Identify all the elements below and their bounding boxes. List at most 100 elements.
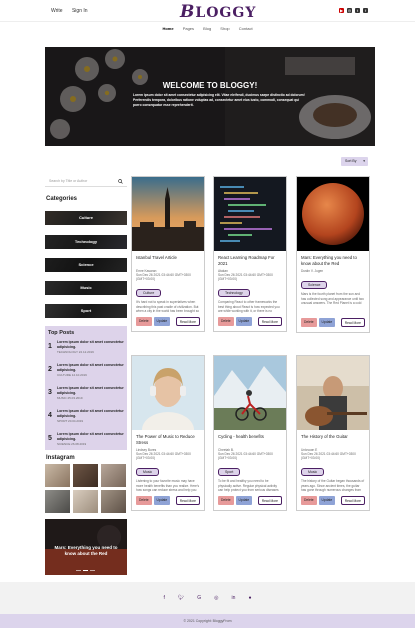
post-date: Sun Dec 26 2021 03:44:60 GMT+0300 (GMT+0… — [136, 452, 191, 460]
post-image-cycling — [214, 356, 286, 430]
instagram-icon[interactable]: ◎ — [214, 595, 218, 601]
post-category-badge[interactable]: Culture — [136, 289, 162, 297]
post-date: Sun Dec 26 2021 03:44:60 GMT+0300 (GMT+0… — [301, 452, 356, 460]
main-nav: Home Pages Blog Shop Contact — [0, 22, 415, 36]
post-category-badge[interactable]: Sport — [218, 468, 241, 476]
post-category-badge[interactable]: Science — [301, 281, 328, 289]
hero-banner: WELCOME TO BLOGGY! Lorem ipsum dolor sit… — [45, 47, 375, 146]
nav-pages[interactable]: Pages — [183, 26, 194, 31]
top-post-number: 1 — [48, 343, 52, 350]
instagram-photo[interactable] — [73, 464, 98, 487]
post-title[interactable]: Mars: Everything you need to know about … — [301, 255, 365, 266]
instagram-photo[interactable] — [101, 464, 126, 487]
search-input[interactable]: Search by Title or Author — [45, 176, 127, 187]
post-title[interactable]: The Power of Music to Reduce Stress — [136, 434, 200, 445]
github-icon[interactable]: ● — [248, 595, 251, 601]
post-image[interactable] — [132, 356, 204, 430]
promo-slider[interactable]: Mars: Everything you need to know about … — [45, 519, 127, 575]
category-music[interactable]: Music — [45, 281, 127, 295]
category-technology[interactable]: Technology — [45, 235, 127, 249]
post-category-badge[interactable]: Music — [136, 468, 160, 476]
top-post-number: 2 — [48, 366, 52, 373]
read-more-button[interactable]: Read More — [257, 496, 282, 505]
post-title[interactable]: React Learning Roadmap For 2021 — [218, 255, 282, 266]
post-author: Dustin V. Jugen — [301, 269, 324, 273]
post-image[interactable] — [297, 356, 369, 430]
category-science[interactable]: Science — [45, 258, 127, 272]
update-button[interactable]: Update — [153, 496, 171, 505]
sort-dropdown[interactable]: Sort By ▾ — [341, 157, 368, 166]
facebook-icon[interactable]: f — [363, 8, 368, 13]
top-post-meta: SCIENCE 26.08.2019 — [57, 442, 87, 446]
category-label: Culture — [79, 215, 93, 220]
delete-button[interactable]: Delete — [136, 317, 152, 326]
top-post-item[interactable]: 4 Lorem ipsum dolor sit amet consectetur… — [48, 409, 124, 429]
update-button[interactable]: Update — [235, 496, 253, 505]
delete-button[interactable]: Delete — [301, 496, 317, 505]
linkedin-icon[interactable]: in — [232, 595, 236, 601]
delete-button[interactable]: Delete — [136, 496, 152, 505]
twitter-icon[interactable]: t — [355, 8, 360, 13]
read-more-button[interactable]: Read More — [175, 317, 200, 326]
category-culture[interactable]: Culture — [45, 211, 127, 225]
top-post-number: 3 — [48, 389, 52, 396]
top-post-item[interactable]: 2 Lorem ipsum dolor sit amet consectetur… — [48, 363, 124, 383]
categories-title: Categories — [46, 196, 78, 202]
facebook-icon[interactable]: f — [164, 595, 165, 601]
nav-contact[interactable]: Contact — [239, 26, 253, 31]
hero-title: WELCOME TO BLOGGY! — [162, 81, 258, 90]
category-label: Science — [78, 262, 94, 267]
category-label: Technology — [74, 239, 98, 244]
post-image-music — [132, 356, 204, 430]
nav-blog[interactable]: Blog — [203, 26, 211, 31]
post-category-badge[interactable]: Technology — [218, 289, 250, 297]
update-button[interactable]: Update — [153, 317, 171, 326]
instagram-icon[interactable]: ◎ — [347, 8, 352, 13]
post-image[interactable] — [214, 177, 286, 251]
read-more-button[interactable]: Read More — [175, 496, 200, 505]
top-links: Write Sign In — [51, 8, 96, 14]
post-card: The History of the Guitar Unknown E Sun … — [296, 355, 370, 511]
nav-shop[interactable]: Shop — [220, 26, 229, 31]
update-button[interactable]: Update — [235, 317, 253, 326]
top-post-meta: TECHNOLOGY 22.12.2019 — [57, 350, 94, 354]
update-button[interactable]: Update — [318, 318, 336, 327]
top-bar: Write Sign In BLOGGY ▶ ◎ t f — [0, 0, 415, 22]
post-image[interactable] — [214, 356, 286, 430]
delete-button[interactable]: Delete — [218, 317, 234, 326]
post-category-badge[interactable]: Music — [301, 468, 325, 476]
promo-text: Mars: Everything you need to know about … — [54, 545, 118, 556]
instagram-title: Instagram — [46, 455, 75, 461]
category-sport[interactable]: Sport — [45, 304, 127, 318]
post-title[interactable]: Istanbul Travel Article — [136, 255, 200, 266]
top-post-item[interactable]: 3 Lorem ipsum dolor sit amet consectetur… — [48, 386, 124, 406]
twitter-icon[interactable]: 🐦︎ — [178, 595, 184, 601]
sort-label: Sort By — [345, 159, 357, 163]
instagram-photo[interactable] — [73, 490, 98, 513]
sign-in-link[interactable]: Sign In — [72, 8, 88, 14]
read-more-button[interactable]: Read More — [257, 317, 282, 326]
post-title[interactable]: Cycling - health benefits — [218, 434, 282, 445]
post-card: Istanbul Travel Article Emre Kasaran Sun… — [131, 176, 205, 332]
post-title[interactable]: The History of the Guitar — [301, 434, 365, 445]
slider-dots[interactable] — [76, 570, 95, 571]
nav-home[interactable]: Home — [162, 26, 173, 31]
youtube-icon[interactable]: ▶ — [339, 8, 344, 13]
top-post-item[interactable]: 1 Lorem ipsum dolor sit amet consectetur… — [48, 340, 124, 360]
delete-button[interactable]: Delete — [218, 496, 234, 505]
top-post-item[interactable]: 5 Lorem ipsum dolor sit amet consectetur… — [48, 432, 124, 452]
read-more-button[interactable]: Read More — [340, 496, 365, 505]
post-image[interactable] — [297, 177, 369, 251]
google-icon[interactable]: G — [197, 595, 201, 601]
post-image[interactable] — [132, 177, 204, 251]
read-more-button[interactable]: Read More — [340, 318, 365, 327]
post-excerpt: The history of the Guitar began thousand… — [301, 479, 365, 492]
write-link[interactable]: Write — [51, 8, 63, 14]
update-button[interactable]: Update — [318, 496, 336, 505]
delete-button[interactable]: Delete — [301, 318, 317, 327]
instagram-photo[interactable] — [45, 490, 70, 513]
instagram-photo[interactable] — [45, 464, 70, 487]
site-logo[interactable]: BLOGGY — [180, 2, 256, 22]
instagram-photo[interactable] — [101, 490, 126, 513]
search-icon[interactable] — [118, 179, 123, 184]
